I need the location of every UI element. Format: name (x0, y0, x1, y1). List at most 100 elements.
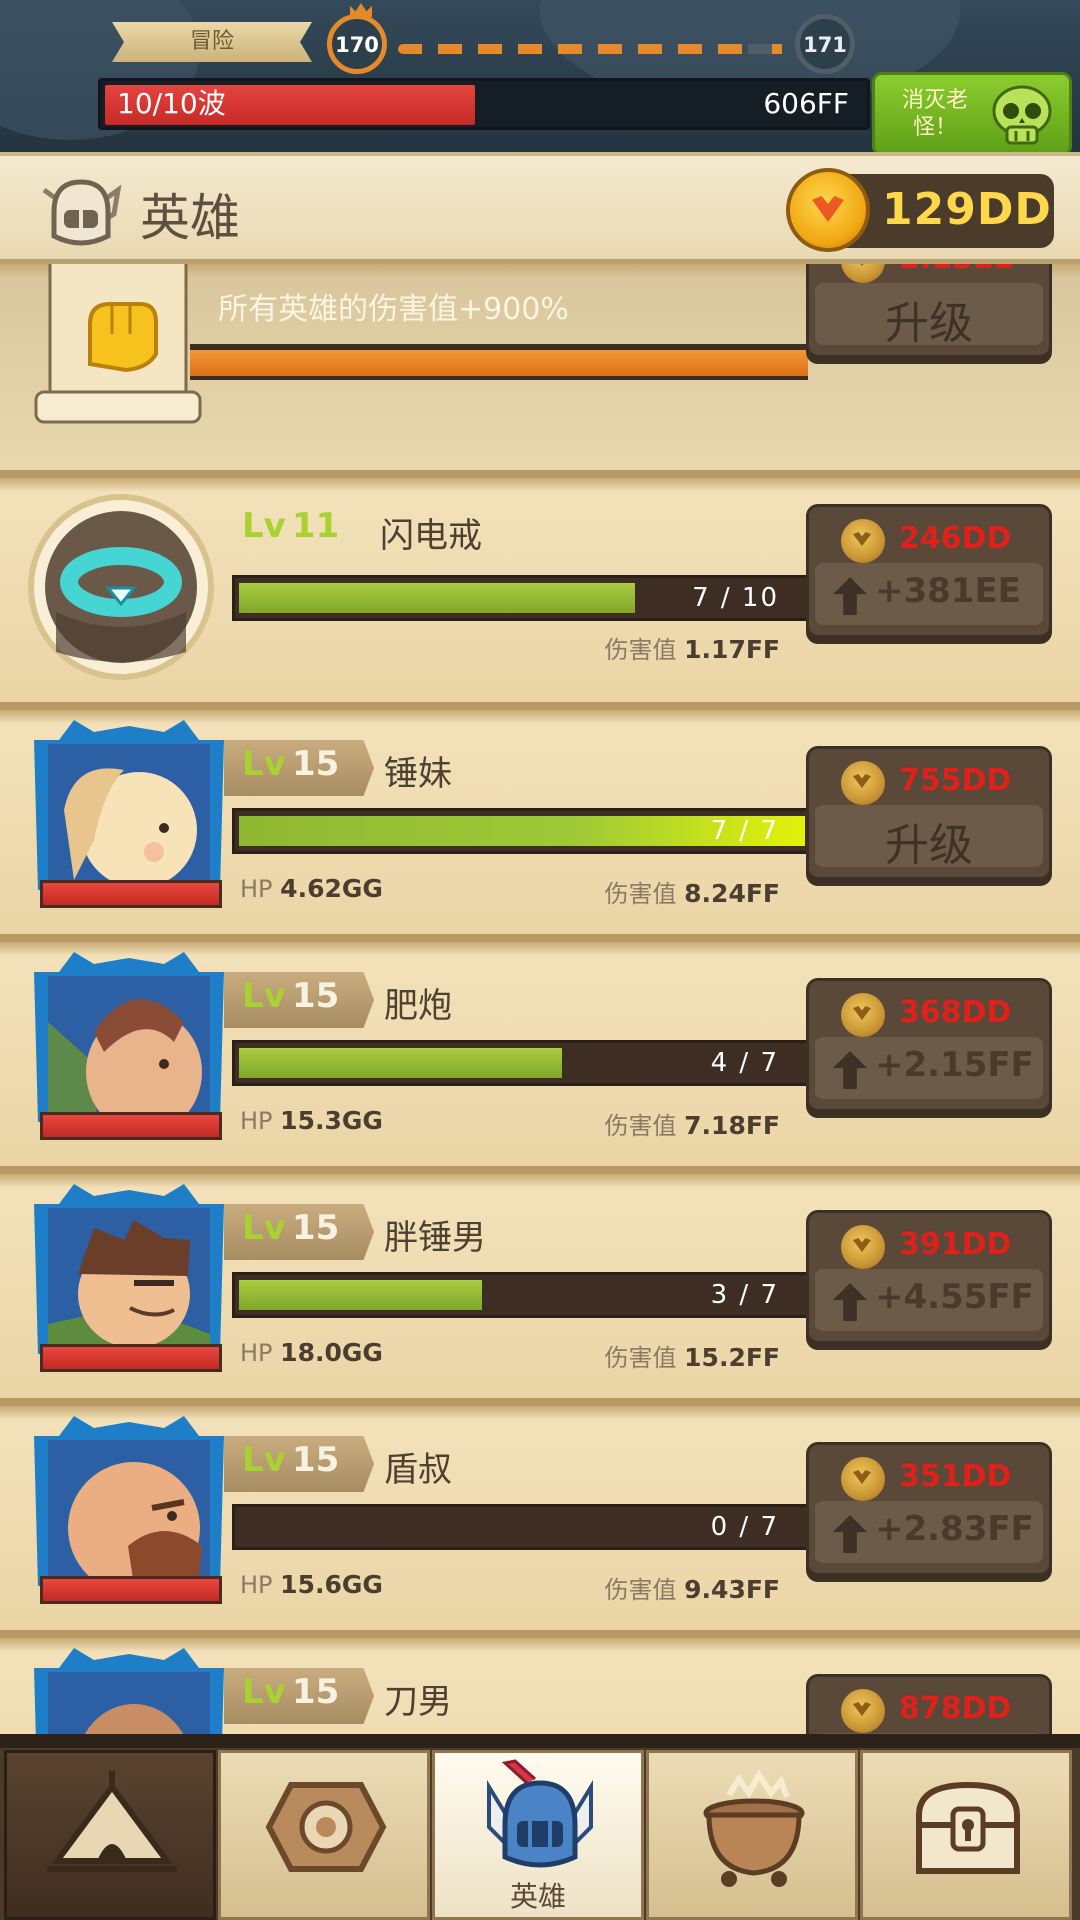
level-label: Lv (242, 1672, 286, 1712)
xp-fill (239, 1280, 482, 1310)
medallion-icon (265, 1782, 387, 1872)
upgrade-cost: 391DD (899, 1227, 1012, 1262)
next-stage-number: 171 (803, 33, 847, 57)
xp-text: 7 / 7 (710, 816, 779, 846)
hero-list[interactable]: 所有英雄的伤害值+900% 2.13EE 升级 Lv 11 闪电戒 7 / 10… (0, 264, 1080, 1734)
level-number: 15 (292, 1672, 340, 1712)
currency-amount: 129DD (882, 184, 1052, 235)
hp-label: HP (240, 1107, 273, 1135)
upgrade-gain: +381EE (875, 571, 1021, 611)
wave-count: 10/10波 (117, 87, 226, 120)
level-label: Lv (242, 744, 286, 784)
upgrade-gain: +2.15FF (875, 1045, 1034, 1085)
upgrade-cost: 368DD (899, 995, 1012, 1030)
upgrade-cost: 878DD (899, 1691, 1012, 1726)
xp-text: 3 / 7 (710, 1280, 779, 1310)
list-item: Lv 15 胖锤男 3 / 7 HP 18.0GG 伤害值 15.2FF 391… (0, 1174, 1080, 1406)
level-tag: Lv 15 (224, 740, 374, 796)
hero-blade-man-portrait (34, 1648, 224, 1734)
damage-label: 伤害值 (604, 1344, 677, 1372)
upgrade-button[interactable]: 368DD +2.15FF (806, 978, 1052, 1112)
coin-icon (841, 1689, 885, 1733)
nav-camp-tab[interactable] (4, 1750, 216, 1920)
bottom-nav: 英雄 (0, 1734, 1080, 1920)
hero-hp-bar (40, 1576, 222, 1604)
level-tag: Lv 15 (224, 1668, 374, 1724)
damage-value: 1.17FF (684, 635, 780, 664)
coin-icon (841, 1225, 885, 1269)
level-tag: Lv 15 (224, 1204, 374, 1260)
hero-hp-bar (40, 880, 222, 908)
level-number: 15 (292, 976, 340, 1016)
upgrade-button[interactable]: 755DD 升级 (806, 746, 1052, 880)
list-item: Lv 15 锤妹 7 / 7 HP 4.62GG 伤害值 8.24FF 755D… (0, 710, 1080, 942)
damage-value: 9.43FF (684, 1575, 780, 1604)
perk-progress-bar (190, 344, 808, 380)
damage-stat: 伤害值 15.2FF (605, 1338, 780, 1373)
coin-icon (786, 168, 870, 252)
cauldron-icon (703, 1769, 805, 1887)
damage-label: 伤害值 (604, 1112, 677, 1140)
hp-label: HP (240, 1571, 273, 1599)
coin-icon (841, 519, 885, 563)
perk-upgrade-button[interactable]: 2.13EE 升级 (806, 264, 1052, 358)
hero-hp-bar (40, 1112, 222, 1140)
damage-value: 7.18FF (684, 1111, 780, 1140)
xp-text: 7 / 10 (692, 583, 779, 613)
hero-name: 肥炮 (384, 986, 452, 1026)
nav-heroes-tab[interactable]: 英雄 (432, 1750, 644, 1920)
level-tag: Lv 15 (224, 972, 374, 1028)
damage-label: 伤害值 (604, 1576, 677, 1604)
damage-label: 伤害值 (604, 636, 677, 664)
upgrade-button[interactable]: 246DD +381EE (806, 504, 1052, 638)
current-stage-badge: 170 (327, 3, 387, 74)
level-number: 15 (292, 744, 340, 784)
upgrade-gain: +2.83FF (875, 1509, 1034, 1549)
current-stage-number: 170 (335, 33, 379, 57)
stage-progress-dashes (398, 44, 788, 54)
nav-chest-tab[interactable] (860, 1750, 1072, 1920)
mode-ribbon: 冒险 (112, 22, 312, 62)
xp-bar: 7 / 7 (232, 808, 812, 854)
level-number: 15 (292, 1208, 340, 1248)
upgrade-button[interactable]: 351DD +2.83FF (806, 1442, 1052, 1576)
hp-label: HP (240, 1339, 273, 1367)
level-label: Lv (242, 976, 286, 1016)
level-number: 15 (292, 1440, 340, 1480)
coin-icon (841, 1457, 885, 1501)
hero-name: 胖锤男 (384, 1218, 486, 1258)
enemy-hp: 606FF (763, 87, 849, 120)
perk-cost: 2.13EE (899, 264, 1014, 276)
nav-cauldron-tab[interactable] (646, 1750, 858, 1920)
perk-description: 所有英雄的伤害值+900% (218, 292, 569, 327)
level-label: Lv (242, 1440, 286, 1480)
level-number: 11 (292, 506, 340, 546)
damage-stat: 伤害值 7.18FF (605, 1106, 780, 1141)
crown-icon (350, 3, 372, 17)
currency-display: 129DD (786, 168, 1054, 252)
kill-boss-button[interactable]: 消灭老怪！ (872, 72, 1072, 156)
lightning-ring-icon (28, 494, 214, 680)
xp-bar: 0 / 7 (232, 1504, 812, 1550)
list-item: Lv 11 闪电戒 7 / 10 伤害值 1.17FF 246DD +381EE (0, 478, 1080, 710)
xp-bar: 3 / 7 (232, 1272, 812, 1318)
skull-icon (992, 85, 1052, 145)
upgrade-button[interactable]: 391DD +4.55FF (806, 1210, 1052, 1344)
hp-value: 15.3GG (280, 1106, 383, 1135)
coin-icon (841, 993, 885, 1037)
item-name: 闪电戒 (380, 516, 482, 556)
hero-name: 锤妹 (384, 754, 452, 794)
hp-stat: HP 15.3GG (240, 1106, 383, 1135)
upgrade-label: 升级 (885, 820, 973, 871)
level-label: Lv (242, 506, 286, 546)
hp-stat: HP 4.62GG (240, 874, 383, 903)
damage-value: 8.24FF (684, 879, 780, 908)
hp-label: HP (240, 875, 273, 903)
perk-row: 所有英雄的伤害值+900% 2.13EE 升级 (0, 264, 1080, 478)
xp-text: 0 / 7 (710, 1512, 779, 1542)
upgrade-gain: +4.55FF (875, 1277, 1034, 1317)
hp-value: 4.62GG (280, 874, 383, 903)
upgrade-button[interactable]: 878DD (806, 1674, 1052, 1734)
upgrade-cost: 755DD (899, 763, 1012, 798)
nav-artifact-tab[interactable] (218, 1750, 430, 1920)
